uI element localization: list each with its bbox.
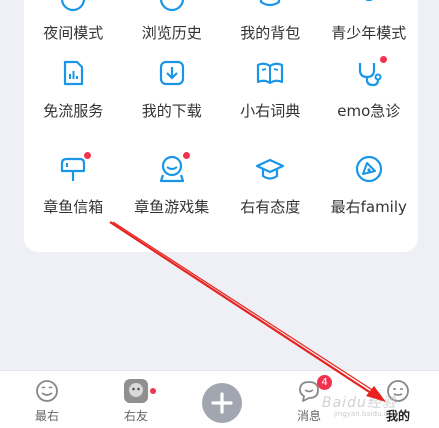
- game-icon: [159, 155, 184, 183]
- emo-emergency-item[interactable]: emo急诊: [320, 48, 419, 144]
- attitude-label: 右有态度: [240, 198, 301, 216]
- family-label: 最右family: [330, 198, 407, 216]
- emo-emergency-label: emo急诊: [337, 102, 401, 120]
- new-dot: [379, 56, 387, 63]
- message-badge: 4: [317, 375, 332, 390]
- tab-zuiyou[interactable]: 最右: [17, 371, 77, 428]
- youth-mode-item[interactable]: 青少年模式: [320, 0, 419, 48]
- shield-icon: [364, 0, 373, 2]
- octopus-games-item[interactable]: 章鱼游戏集: [123, 144, 222, 240]
- emo-icon-wrap: [354, 56, 387, 88]
- free-data-service-item[interactable]: 免流服务: [24, 48, 123, 144]
- data-chart-icon: [64, 60, 84, 86]
- my-downloads-item[interactable]: 我的下载: [123, 48, 222, 144]
- game-icon-wrap: [157, 152, 190, 184]
- mailbox-icon: [61, 157, 86, 181]
- download-icon: [159, 60, 184, 86]
- moon-icon: [61, 0, 86, 12]
- new-dot: [84, 152, 92, 159]
- night-mode-label: 夜间模式: [43, 24, 104, 42]
- mailbox-icon-wrap: [58, 152, 92, 184]
- watermark-subtext: jingyan.baidu.com: [334, 410, 399, 418]
- attitude-item[interactable]: 右有态度: [221, 144, 320, 240]
- octopus-mailbox-item[interactable]: 章鱼信箱: [24, 144, 123, 240]
- octopus-games-label: 章鱼游戏集: [134, 198, 210, 216]
- tab-youyou-label: 右友: [123, 409, 148, 423]
- features-card: 夜间模式 浏览历史 我的背包 青少年模式 免流服务 我的下载 小右词典 emo急…: [24, 0, 418, 252]
- tab-youyou[interactable]: 右友: [106, 371, 166, 428]
- smiley-icon: [36, 380, 58, 402]
- youth-mode-label: 青少年模式: [331, 24, 407, 42]
- publish-button[interactable]: [202, 383, 242, 423]
- family-item[interactable]: 最右family: [320, 144, 419, 240]
- tab-zuiyou-label: 最右: [34, 409, 59, 423]
- dictionary-item[interactable]: 小右词典: [221, 48, 320, 144]
- night-mode-item[interactable]: 夜间模式: [24, 0, 123, 48]
- backpack-icon: [260, 0, 281, 7]
- new-dot: [182, 152, 190, 159]
- stethoscope-icon: [358, 63, 382, 87]
- new-dot: [150, 388, 156, 394]
- plus-icon: [211, 392, 233, 414]
- my-backpack-item[interactable]: 我的背包: [221, 0, 320, 48]
- book-icon: [257, 62, 284, 85]
- dictionary-label: 小右词典: [240, 102, 301, 120]
- my-downloads-label: 我的下载: [141, 102, 202, 120]
- my-backpack-label: 我的背包: [240, 24, 301, 42]
- octopus-mailbox-label: 章鱼信箱: [43, 198, 104, 216]
- browse-history-item[interactable]: 浏览历史: [123, 0, 222, 48]
- clock-icon: [159, 0, 184, 12]
- browse-history-label: 浏览历史: [141, 24, 202, 42]
- watermark-text: Baidu经验: [322, 395, 397, 411]
- family-icon: [355, 155, 382, 183]
- feature-grid: 夜间模式 浏览历史 我的背包 青少年模式 免流服务 我的下载 小右词典 emo急…: [24, 0, 418, 252]
- avatar-icon: [124, 379, 148, 403]
- free-data-service-label: 免流服务: [43, 102, 104, 120]
- graduation-cap-icon: [256, 158, 285, 180]
